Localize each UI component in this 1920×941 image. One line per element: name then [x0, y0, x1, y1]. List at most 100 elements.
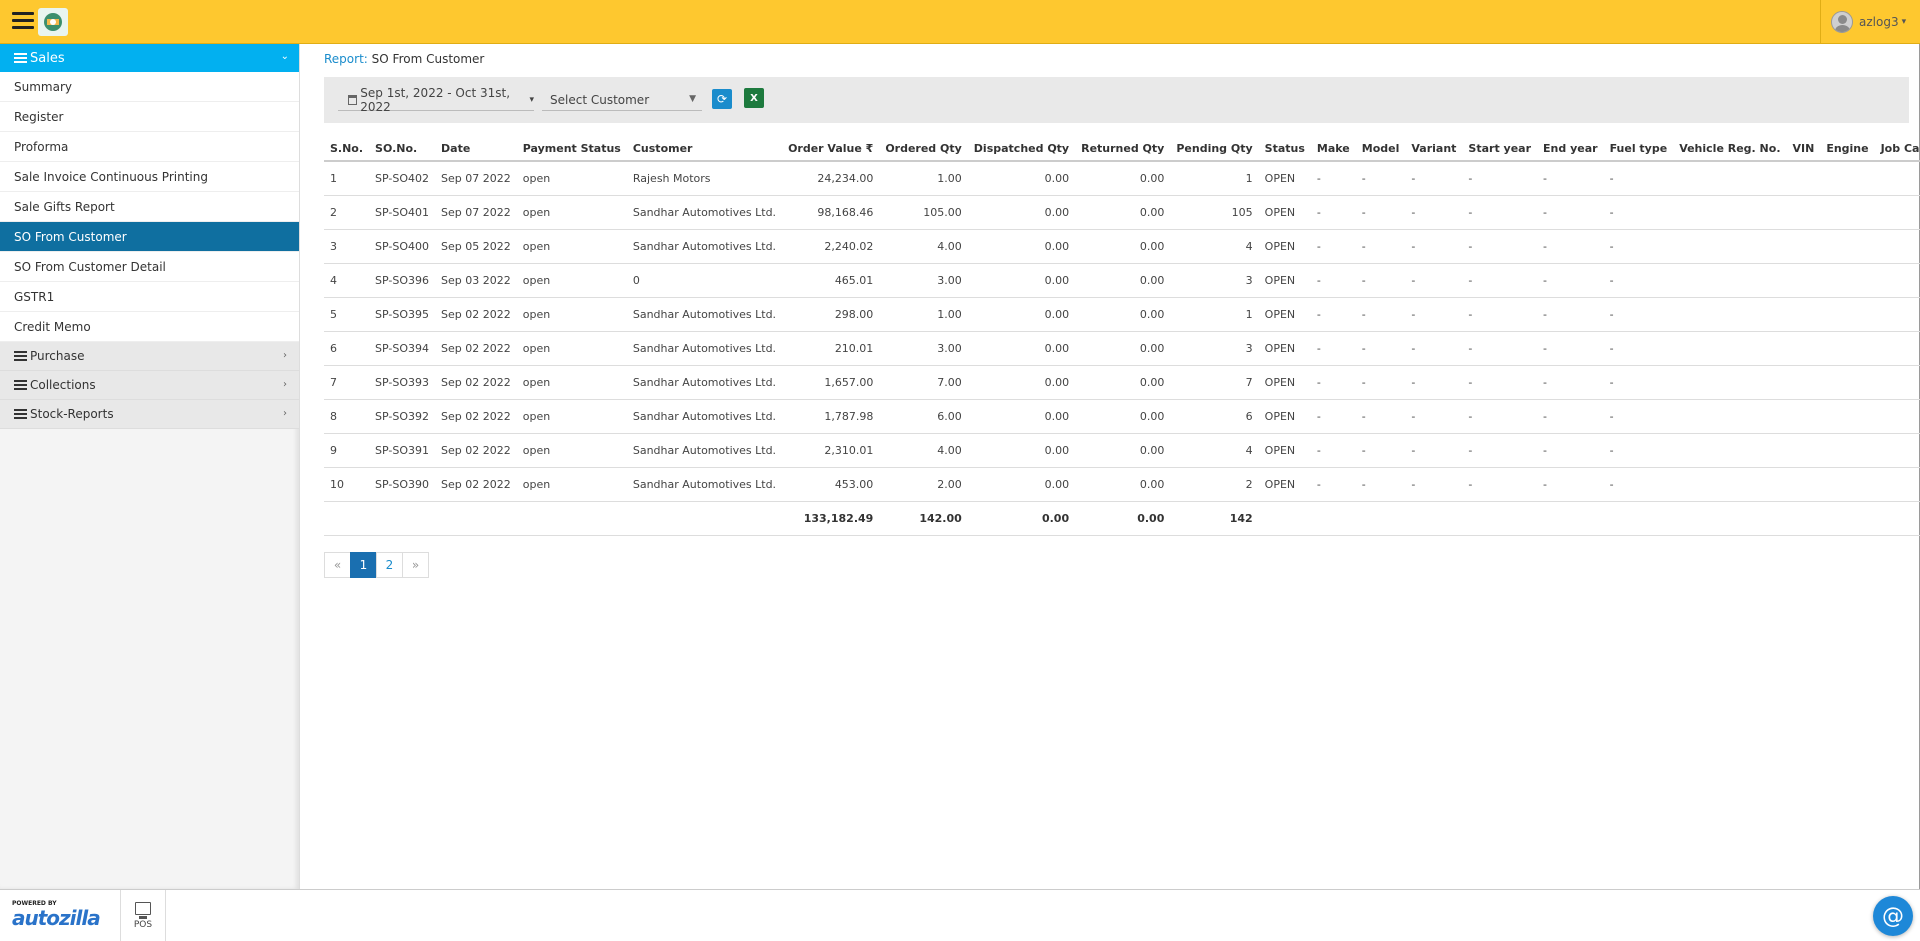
- table-cell: [1874, 195, 1920, 230]
- table-cell: 9: [324, 433, 370, 468]
- table-cell: [1786, 501, 1821, 536]
- sidebar-section-sales[interactable]: Sales ⌄: [0, 44, 299, 72]
- table-cell: 0.00: [967, 467, 1076, 502]
- pos-icon: [135, 901, 151, 919]
- total-ordered-qty: 142.00: [879, 501, 968, 536]
- sidebar-section-label: Sales: [30, 50, 65, 66]
- column-header: Ordered Qty: [879, 137, 968, 162]
- sidebar-group-collections[interactable]: Collections ›: [0, 371, 299, 400]
- table-cell: SP-SO402: [369, 161, 436, 196]
- sidebar-item-so-from-customer[interactable]: SO From Customer: [0, 222, 299, 252]
- table-cell: -: [1405, 161, 1463, 196]
- sidebar: Sales ⌄ Summary Register Proforma Sale I…: [0, 44, 300, 889]
- totals-row: 133,182.49 142.00 0.00 0.00 142: [324, 501, 1920, 536]
- sidebar-item-summary[interactable]: Summary: [0, 72, 299, 102]
- table-cell: 3.00: [879, 331, 968, 366]
- chat-button[interactable]: @: [1873, 896, 1913, 936]
- sidebar-item-proforma[interactable]: Proforma: [0, 132, 299, 162]
- table-row: 4 SP-SO396 Sep 03 2022 open 0 465.01 3.00 0.00 0…: [324, 263, 1920, 298]
- table-cell: 298.00: [782, 297, 880, 332]
- table-cell: -: [1310, 195, 1356, 230]
- table-cell: [1786, 433, 1821, 468]
- sidebar-item-so-from-customer-detail[interactable]: SO From Customer Detail: [0, 252, 299, 282]
- table-cell: -: [1462, 161, 1538, 196]
- refresh-icon: ⟳: [716, 92, 728, 106]
- app-logo[interactable]: [38, 8, 68, 36]
- table-cell: [1786, 331, 1821, 366]
- date-range-picker[interactable]: Sep 1st, 2022 - Oct 31st, 2022 ▾: [338, 86, 534, 114]
- refresh-button[interactable]: ⟳: [712, 89, 732, 109]
- table-cell: 0: [626, 263, 783, 298]
- sidebar-group-purchase[interactable]: Purchase ›: [0, 342, 299, 371]
- table-cell: -: [1603, 331, 1674, 366]
- table-cell: 6.00: [879, 399, 968, 434]
- table-cell: 2: [324, 195, 370, 230]
- sidebar-item-label: Summary: [14, 79, 72, 94]
- table-cell: [1786, 467, 1821, 502]
- table-cell: 1.00: [879, 161, 968, 196]
- breadcrumb-link-report[interactable]: Report:: [324, 52, 368, 66]
- column-header: Customer: [626, 137, 783, 162]
- sidebar-group-label: Purchase: [30, 349, 85, 363]
- table-cell: Sandhar Automotives Ltd.: [626, 229, 783, 264]
- table-cell: [516, 501, 627, 536]
- table-cell: -: [1405, 365, 1463, 400]
- chat-icon: @: [1882, 903, 1904, 929]
- table-cell: Sep 03 2022: [435, 263, 517, 298]
- total-pending-qty: 142: [1170, 501, 1259, 536]
- column-header: Job Card: [1874, 137, 1920, 162]
- table-header-row: S.No. SO.No. Date Payment Status Customer Ord…: [324, 137, 1920, 162]
- sidebar-item-credit-memo[interactable]: Credit Memo: [0, 312, 299, 342]
- table-cell: 0.00: [967, 331, 1076, 366]
- filter-bar: Sep 1st, 2022 - Oct 31st, 2022 ▾ Select …: [324, 77, 1909, 123]
- sidebar-item-gstr1[interactable]: GSTR1: [0, 282, 299, 312]
- pos-button[interactable]: POS: [120, 890, 166, 941]
- sidebar-group-stock-reports[interactable]: Stock-Reports ›: [0, 400, 299, 429]
- table-cell: 3: [1170, 263, 1259, 298]
- table-cell: [1786, 263, 1821, 298]
- export-excel-button[interactable]: X: [744, 88, 764, 108]
- sidebar-item-sale-gifts-report[interactable]: Sale Gifts Report: [0, 192, 299, 222]
- pagination-page-1[interactable]: 1: [350, 551, 377, 578]
- table-cell: 0.00: [1075, 433, 1171, 468]
- table-cell: Sandhar Automotives Ltd.: [626, 433, 783, 468]
- chevron-down-icon: ⌄: [280, 51, 289, 62]
- table-cell: -: [1355, 399, 1406, 434]
- table-row: 10 SP-SO390 Sep 02 2022 open Sandhar Automot…: [324, 467, 1920, 502]
- brand-name: autozilla: [12, 906, 101, 930]
- sidebar-item-register[interactable]: Register: [0, 102, 299, 132]
- column-header: Make: [1310, 137, 1356, 162]
- pagination-prev[interactable]: «: [324, 551, 351, 578]
- customer-select-placeholder: Select Customer: [550, 92, 650, 107]
- table-cell: -: [1603, 161, 1674, 196]
- table-cell: [1820, 331, 1875, 366]
- table-cell: Sandhar Automotives Ltd.: [626, 467, 783, 502]
- customer-select[interactable]: Select Customer ▼: [542, 89, 702, 111]
- table-cell: -: [1310, 331, 1356, 366]
- table-cell: -: [1537, 195, 1604, 230]
- chevron-down-icon: ▾: [1901, 17, 1907, 27]
- table-cell: [1673, 195, 1787, 230]
- sidebar-item-sale-invoice-continuous-printing[interactable]: Sale Invoice Continuous Printing: [0, 162, 299, 192]
- sidebar-item-label: GSTR1: [14, 289, 55, 304]
- pagination-page-2[interactable]: 2: [376, 551, 403, 578]
- table-cell: -: [1537, 467, 1604, 502]
- table-cell: [1462, 501, 1538, 536]
- table-cell: 2.00: [879, 467, 968, 502]
- table-cell: -: [1310, 365, 1356, 400]
- breadcrumb: Report: SO From Customer: [324, 52, 1909, 66]
- table-cell: [1603, 501, 1674, 536]
- table-cell: [1874, 161, 1920, 196]
- table-cell: 0.00: [967, 229, 1076, 264]
- menu-toggle-icon[interactable]: [12, 12, 34, 30]
- table-cell: -: [1462, 467, 1538, 502]
- sidebar-item-label: SO From Customer Detail: [14, 259, 166, 274]
- table-cell: 1,657.00: [782, 365, 880, 400]
- user-menu[interactable]: azlog3 ▾: [1820, 0, 1920, 44]
- pagination-next[interactable]: »: [402, 551, 429, 578]
- table-cell: 2,240.02: [782, 229, 880, 264]
- table-cell: -: [1537, 229, 1604, 264]
- table-cell: OPEN: [1258, 399, 1311, 434]
- table-cell: 0.00: [967, 297, 1076, 332]
- main-content: Report: SO From Customer Sep 1st, 2022 -…: [324, 52, 1920, 578]
